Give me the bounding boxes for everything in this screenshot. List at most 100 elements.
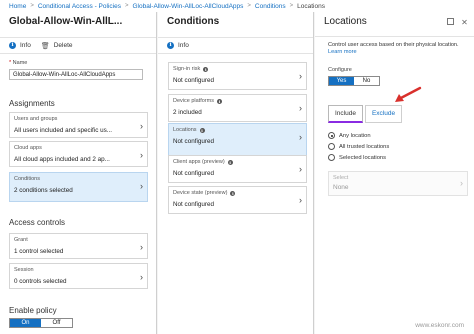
azure-portal: Home > Conditional Access - Policies > G… [0,0,474,334]
policy-name-input[interactable]: Global-Allow-Win-AllLoc-AllCloudApps [9,69,143,80]
device-platforms-row[interactable]: Device platforms i 2 included › [168,94,307,122]
location-radio-group: Any location All trusted locations Selec… [328,130,389,163]
info-icon: i [216,98,222,104]
row-value: Not configured [173,201,214,208]
chevron-right-icon: › [140,121,143,131]
tab-exclude[interactable]: Exclude [364,105,403,123]
watermark: www.eskonr.com [415,322,464,329]
radio-label: Any location [339,132,371,139]
sign-in-risk-row[interactable]: Sign-in risk i Not configured › [168,62,307,90]
info-label: Info [178,42,189,49]
conditions-row[interactable]: Conditions 2 conditions selected › [9,172,148,202]
info-button[interactable]: i Info [167,42,189,49]
row-title: Session [14,267,34,273]
info-icon: i [167,42,174,49]
info-label: Info [20,42,31,49]
chevron-right-icon: › [460,178,463,188]
radio-any-location[interactable]: Any location [328,130,389,141]
device-state-row[interactable]: Device state (preview) i Not configured › [168,186,307,214]
row-value: All users included and specific us... [14,127,113,134]
close-icon[interactable]: ✕ [460,18,469,27]
locations-row[interactable]: Locations i Not configured › [168,123,307,158]
enable-policy-heading: Enable policy [9,306,57,315]
chevron-right-icon: › [299,71,302,81]
policy-title: Global-Allow-Win-AllL... [9,16,123,27]
row-title: Device platforms i [173,98,222,104]
assignments-heading: Assignments [9,99,55,108]
chevron-right-icon: › [140,242,143,252]
radio-label: Selected locations [339,154,387,161]
enable-on-option[interactable]: On [10,319,41,327]
chevron-right-icon: › [299,132,302,142]
breadcrumb-locations: Locations [297,2,325,10]
name-label: * Name [9,60,27,66]
row-title: Users and groups [14,116,58,122]
chevron-right-icon: › [299,103,302,113]
grant-row[interactable]: Grant 1 control selected › [9,233,148,259]
row-title: Client apps (preview) i [173,159,233,165]
tab-include[interactable]: Include [328,105,363,123]
info-button[interactable]: i Info [9,42,31,49]
configure-yes-option[interactable]: Yes [329,77,354,85]
enable-policy-toggle[interactable]: On Off [9,318,73,328]
blade-controls: ✕ [447,18,469,27]
row-value: Not configured [173,170,214,177]
conditions-toolbar: i Info [158,37,313,54]
info-icon: i [9,42,16,49]
radio-button[interactable] [328,132,335,139]
delete-button[interactable]: 🗑 Delete [41,42,73,50]
select-value: None [333,184,349,191]
row-value: 2 conditions selected [14,187,73,194]
breadcrumb-policies[interactable]: Conditional Access - Policies [38,3,121,10]
radio-selected-locations[interactable]: Selected locations [328,152,389,163]
row-value: All cloud apps included and 2 ap... [14,156,110,163]
breadcrumb-separator: > [30,3,34,9]
cloud-apps-row[interactable]: Cloud apps All cloud apps included and 2… [9,141,148,167]
trash-icon: 🗑 [40,42,50,50]
row-value: Not configured [173,138,214,145]
policy-blade: Global-Allow-Win-AllL... i Info 🗑 Delete… [0,12,157,334]
divider [315,36,474,37]
learn-more-link[interactable]: Learn more [328,49,357,55]
configure-label: Configure [328,67,352,73]
required-star: * [9,60,12,66]
row-title: Grant [14,237,28,243]
client-apps-row[interactable]: Client apps (preview) i Not configured › [168,155,307,183]
row-value: Not configured [173,77,214,84]
name-label-text: Name [12,60,28,66]
locations-blade: Locations ✕ Control user access based on… [315,12,474,334]
conditions-title: Conditions [167,16,220,27]
configure-toggle[interactable]: Yes No [328,76,380,86]
info-icon: i [199,127,205,133]
chevron-right-icon: › [299,195,302,205]
row-title: Sign-in risk i [173,66,209,72]
radio-button[interactable] [328,154,335,161]
access-controls-heading: Access controls [9,218,66,227]
breadcrumb-separator: > [289,3,294,9]
breadcrumb-separator: > [124,3,129,9]
radio-label: All trusted locations [339,143,390,150]
chevron-right-icon: › [140,150,143,160]
breadcrumb-policy[interactable]: Global-Allow-Win-AllLoc-AllCloudApps [132,3,243,10]
row-value: 2 included [173,109,202,116]
info-icon: i [227,159,233,165]
select-label: Select [333,175,349,181]
include-exclude-tabs: Include Exclude [328,105,403,123]
configure-no-option[interactable]: No [354,77,379,85]
policy-toolbar: i Info 🗑 Delete [0,37,156,54]
users-and-groups-row[interactable]: Users and groups All users included and … [9,112,148,138]
red-arrow-annotation [395,86,422,102]
locations-description: Control user access based on their physi… [328,42,459,56]
radio-all-trusted[interactable]: All trusted locations [328,141,389,152]
row-title: Conditions [14,176,40,182]
breadcrumb-conditions[interactable]: Conditions [255,3,286,10]
enable-off-option[interactable]: Off [41,319,72,327]
info-icon: i [203,66,209,72]
radio-button[interactable] [328,143,335,150]
delete-label: Delete [53,42,73,49]
session-row[interactable]: Session 0 controls selected › [9,263,148,289]
row-title: Device state (preview) i [173,190,236,196]
breadcrumb-home[interactable]: Home [9,3,26,10]
row-value: 0 controls selected [14,278,67,285]
maximize-icon[interactable] [447,18,454,25]
